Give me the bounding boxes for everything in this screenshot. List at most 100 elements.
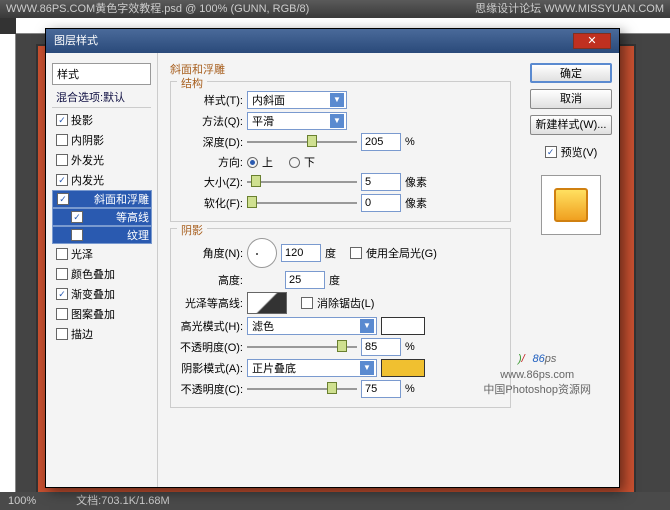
style-item[interactable]: 内阴影 [52, 130, 151, 150]
method-select[interactable]: 平滑▼ [247, 112, 347, 130]
soften-slider[interactable] [247, 196, 357, 210]
angle-label: 角度(N): [179, 245, 243, 261]
style-item[interactable]: 斜面和浮雕 [52, 190, 152, 208]
style-item[interactable]: 内发光 [52, 170, 151, 190]
style-checkbox[interactable] [56, 114, 68, 126]
status-bar: 100% 文档:703.1K/1.68M [0, 492, 670, 510]
highlight-opacity-label: 不透明度(O): [179, 339, 243, 355]
style-checkbox[interactable] [71, 211, 83, 223]
shadow-color-swatch[interactable] [381, 359, 425, 377]
style-label: 样式(T): [179, 92, 243, 108]
style-checkbox[interactable] [56, 288, 68, 300]
style-label: 外发光 [71, 152, 104, 168]
altitude-label: 高度: [179, 272, 243, 288]
style-item[interactable]: 外发光 [52, 150, 151, 170]
style-item[interactable]: 渐变叠加 [52, 284, 151, 304]
style-label: 颜色叠加 [71, 266, 115, 282]
gloss-contour-picker[interactable] [247, 292, 287, 314]
style-label: 描边 [71, 326, 93, 342]
style-label: 等高线 [116, 209, 149, 225]
doc-size: 文档:703.1K/1.68M [76, 492, 170, 510]
angle-input[interactable]: 120 [281, 244, 321, 262]
shading-legend: 阴影 [177, 222, 207, 238]
global-light-checkbox[interactable] [350, 247, 362, 259]
style-item[interactable]: 纹理 [52, 226, 152, 244]
forum-credit: 思缘设计论坛 WWW.MISSYUAN.COM [475, 0, 664, 18]
direction-up-radio[interactable] [247, 157, 258, 168]
style-item[interactable]: 投影 [52, 110, 151, 130]
structure-legend: 结构 [177, 75, 207, 91]
shading-group: 阴影 角度(N): 120 度 使用全局光(G) 高度: 25 度 [170, 228, 511, 408]
style-checkbox[interactable] [56, 154, 68, 166]
soften-input[interactable]: 0 [361, 194, 401, 212]
cancel-button[interactable]: 取消 [530, 89, 612, 109]
style-item[interactable]: 光泽 [52, 244, 151, 264]
style-checkbox[interactable] [56, 248, 68, 260]
layer-style-dialog: 图层样式 ✕ 样式 混合选项:默认 投影内阴影外发光内发光斜面和浮雕等高线纹理光… [45, 28, 620, 488]
size-input[interactable]: 5 [361, 173, 401, 191]
shadow-mode-select[interactable]: 正片叠底▼ [247, 359, 377, 377]
direction-down-radio[interactable] [289, 157, 300, 168]
size-label: 大小(Z): [179, 174, 243, 190]
style-item[interactable]: 等高线 [52, 208, 152, 226]
antialias-checkbox[interactable] [301, 297, 313, 309]
new-style-button[interactable]: 新建样式(W)... [530, 115, 612, 135]
style-checkbox[interactable] [56, 134, 68, 146]
style-checkbox[interactable] [56, 174, 68, 186]
style-checkbox[interactable] [57, 193, 69, 205]
zoom-level: 100% [8, 492, 36, 510]
panel-title: 斜面和浮雕 [170, 61, 511, 77]
styles-header[interactable]: 样式 [52, 63, 151, 85]
ok-button[interactable]: 确定 [530, 63, 612, 83]
bevel-panel: 斜面和浮雕 结构 样式(T): 内斜面▼ 方法(Q): 平滑▼ 深度(D): 2… [158, 53, 523, 487]
structure-group: 结构 样式(T): 内斜面▼ 方法(Q): 平滑▼ 深度(D): 205 % 方… [170, 81, 511, 222]
depth-input[interactable]: 205 [361, 133, 401, 151]
style-checkbox[interactable] [56, 308, 68, 320]
chevron-down-icon: ▼ [330, 93, 344, 107]
style-item[interactable]: 图案叠加 [52, 304, 151, 324]
size-slider[interactable] [247, 175, 357, 189]
method-label: 方法(Q): [179, 113, 243, 129]
style-item[interactable]: 颜色叠加 [52, 264, 151, 284]
style-checkbox[interactable] [71, 229, 83, 241]
preview-checkbox[interactable] [545, 146, 557, 158]
highlight-mode-label: 高光模式(H): [179, 318, 243, 334]
direction-label: 方向: [179, 154, 243, 170]
highlight-mode-select[interactable]: 滤色▼ [247, 317, 377, 335]
highlight-color-swatch[interactable] [381, 317, 425, 335]
dialog-titlebar[interactable]: 图层样式 ✕ [46, 29, 619, 53]
style-label: 内阴影 [71, 132, 104, 148]
doc-title: WWW.86PS.COM黄色字效教程.psd @ 100% (GUNN, RGB… [6, 0, 309, 18]
styles-list: 样式 混合选项:默认 投影内阴影外发光内发光斜面和浮雕等高线纹理光泽颜色叠加渐变… [46, 53, 158, 487]
shadow-opacity-input[interactable]: 75 [361, 380, 401, 398]
highlight-opacity-slider[interactable] [247, 340, 357, 354]
shadow-opacity-label: 不透明度(C): [179, 381, 243, 397]
altitude-input[interactable]: 25 [285, 271, 325, 289]
depth-slider[interactable] [247, 135, 357, 149]
style-select[interactable]: 内斜面▼ [247, 91, 347, 109]
style-label: 斜面和浮雕 [94, 191, 149, 207]
style-label: 渐变叠加 [71, 286, 115, 302]
preview-thumbnail [541, 175, 601, 235]
close-icon[interactable]: ✕ [573, 33, 611, 49]
ruler-vertical [0, 34, 16, 492]
chevron-down-icon: ▼ [360, 319, 374, 333]
style-checkbox[interactable] [56, 268, 68, 280]
style-label: 光泽 [71, 246, 93, 262]
dialog-buttons: 确定 取消 新建样式(W)... 预览(V) [523, 53, 619, 487]
preview-label: 预览(V) [561, 144, 598, 160]
blend-options-header[interactable]: 混合选项:默认 [52, 87, 151, 108]
style-label: 图案叠加 [71, 306, 115, 322]
style-label: 纹理 [127, 227, 149, 243]
depth-label: 深度(D): [179, 134, 243, 150]
global-light-label: 使用全局光(G) [366, 245, 437, 261]
chevron-down-icon: ▼ [330, 114, 344, 128]
dialog-title: 图层样式 [54, 29, 98, 53]
style-label: 投影 [71, 112, 93, 128]
style-item[interactable]: 描边 [52, 324, 151, 344]
highlight-opacity-input[interactable]: 85 [361, 338, 401, 356]
style-checkbox[interactable] [56, 328, 68, 340]
angle-wheel[interactable] [247, 238, 277, 268]
shadow-opacity-slider[interactable] [247, 382, 357, 396]
shadow-mode-label: 阴影模式(A): [179, 360, 243, 376]
